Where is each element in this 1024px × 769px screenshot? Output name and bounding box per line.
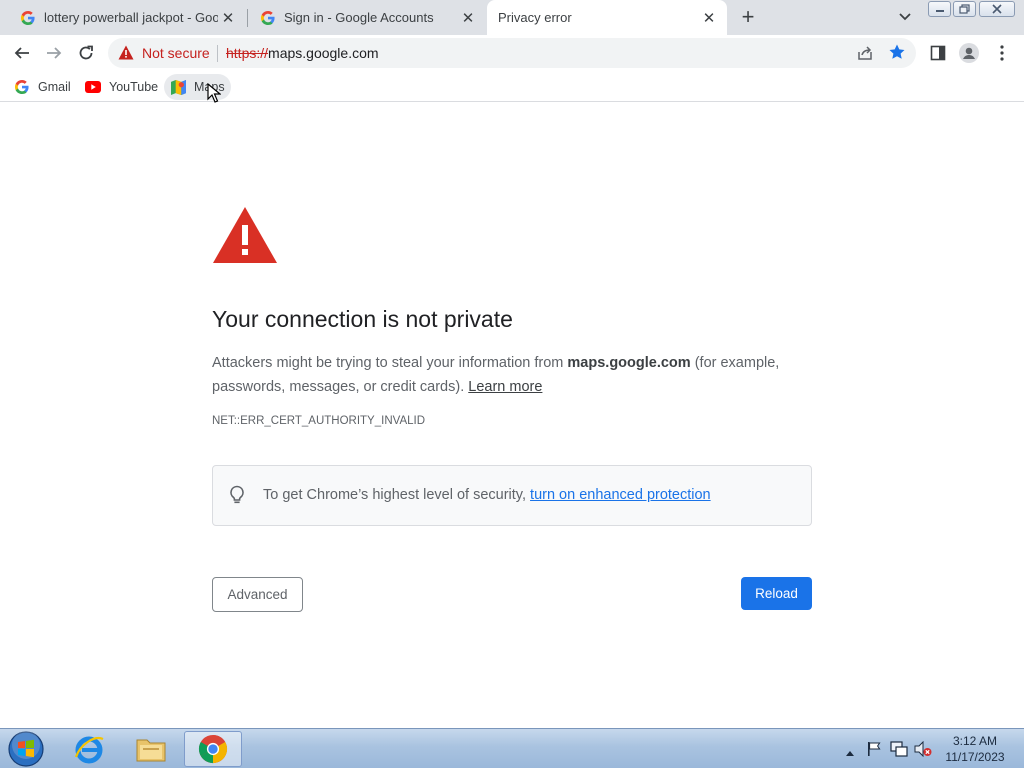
enhanced-protection-link[interactable]: turn on enhanced protection (530, 487, 711, 503)
lightbulb-icon (229, 485, 245, 510)
page-title: Your connection is not private (212, 306, 513, 332)
enhanced-protection-hint: To get Chrome’s highest level of securit… (212, 465, 812, 526)
bookmark-label: Gmail (38, 80, 71, 94)
google-g-icon (20, 10, 36, 26)
side-panel-icon[interactable] (928, 43, 948, 63)
tab-title: lottery powerball jackpot - Goog (44, 10, 218, 25)
hint-text: To get Chrome’s highest level of securit… (263, 487, 711, 503)
close-icon[interactable]: ✕ (458, 8, 478, 28)
bookmark-youtube[interactable]: YouTube (85, 74, 158, 100)
show-hidden-icons-icon[interactable] (846, 743, 854, 761)
tab-strip: lottery powerball jackpot - Goog ✕ Sign … (0, 0, 1024, 35)
window-close-button[interactable] (979, 1, 1015, 17)
internet-explorer-icon[interactable] (60, 731, 118, 767)
divider (217, 45, 218, 62)
clock-time: 3:12 AM (952, 734, 998, 748)
taskbar: 3:12 AM 11/17/2023 (0, 728, 1024, 768)
close-icon[interactable]: ✕ (218, 8, 238, 28)
forward-button[interactable] (40, 39, 68, 67)
start-button[interactable] (6, 730, 46, 768)
error-description: Attackers might be trying to steal your … (212, 351, 812, 399)
bookmarks-bar: Gmail YouTube Maps (0, 70, 1024, 102)
tab-privacy-error[interactable]: Privacy error ✕ (487, 0, 727, 35)
maps-icon (170, 79, 186, 95)
warning-triangle-icon[interactable] (118, 45, 134, 65)
url-text[interactable]: https://maps.google.com (226, 45, 379, 61)
menu-kebab-icon[interactable] (992, 43, 1012, 63)
tab-title: Privacy error (498, 10, 572, 25)
back-button[interactable] (8, 39, 36, 67)
security-status-label[interactable]: Not secure (142, 45, 210, 61)
tab-title: Sign in - Google Accounts (284, 10, 434, 25)
chrome-icon[interactable] (184, 731, 242, 767)
reload-button[interactable]: Reload (741, 577, 812, 610)
browser-toolbar: Not secure https://maps.google.com (0, 35, 1024, 70)
bookmark-label: YouTube (109, 80, 159, 94)
google-g-icon (14, 79, 30, 95)
host-name: maps.google.com (567, 355, 691, 371)
profile-avatar-icon[interactable] (959, 43, 979, 63)
error-code: NET::ERR_CERT_AUTHORITY_INVALID (212, 415, 426, 427)
minimize-button[interactable] (928, 1, 951, 17)
tab-lottery[interactable]: lottery powerball jackpot - Goog ✕ (0, 0, 246, 35)
file-explorer-icon[interactable] (122, 731, 180, 767)
clock[interactable]: 3:12 AM 11/17/2023 (940, 733, 1010, 765)
share-icon[interactable] (856, 44, 874, 67)
tab-sign-in[interactable]: Sign in - Google Accounts ✕ (248, 0, 486, 35)
learn-more-link[interactable]: Learn more (468, 379, 542, 395)
restore-button[interactable] (953, 1, 976, 17)
bookmark-star-icon[interactable] (888, 43, 906, 66)
warning-triangle-icon (212, 206, 278, 269)
mouse-cursor-icon (207, 82, 222, 108)
url-host: maps.google.com (268, 45, 379, 61)
action-center-flag-icon[interactable] (866, 741, 882, 762)
network-icon[interactable] (890, 741, 908, 762)
hint-label: To get Chrome’s highest level of securit… (263, 487, 531, 503)
bookmark-gmail[interactable]: Gmail (14, 74, 71, 100)
volume-muted-icon[interactable] (914, 740, 932, 762)
clock-date: 11/17/2023 (945, 750, 1005, 764)
tab-search-chevron-icon[interactable] (893, 7, 917, 27)
close-icon[interactable]: ✕ (699, 8, 719, 28)
address-bar[interactable]: Not secure https://maps.google.com (108, 38, 916, 68)
advanced-button[interactable]: Advanced (212, 577, 303, 612)
url-scheme: https:// (226, 45, 269, 61)
new-tab-plus-icon[interactable]: + (736, 4, 760, 29)
youtube-icon (85, 79, 101, 95)
description-text: Attackers might be trying to steal your … (212, 355, 568, 371)
reload-icon[interactable] (72, 39, 100, 67)
google-g-icon (260, 10, 276, 26)
